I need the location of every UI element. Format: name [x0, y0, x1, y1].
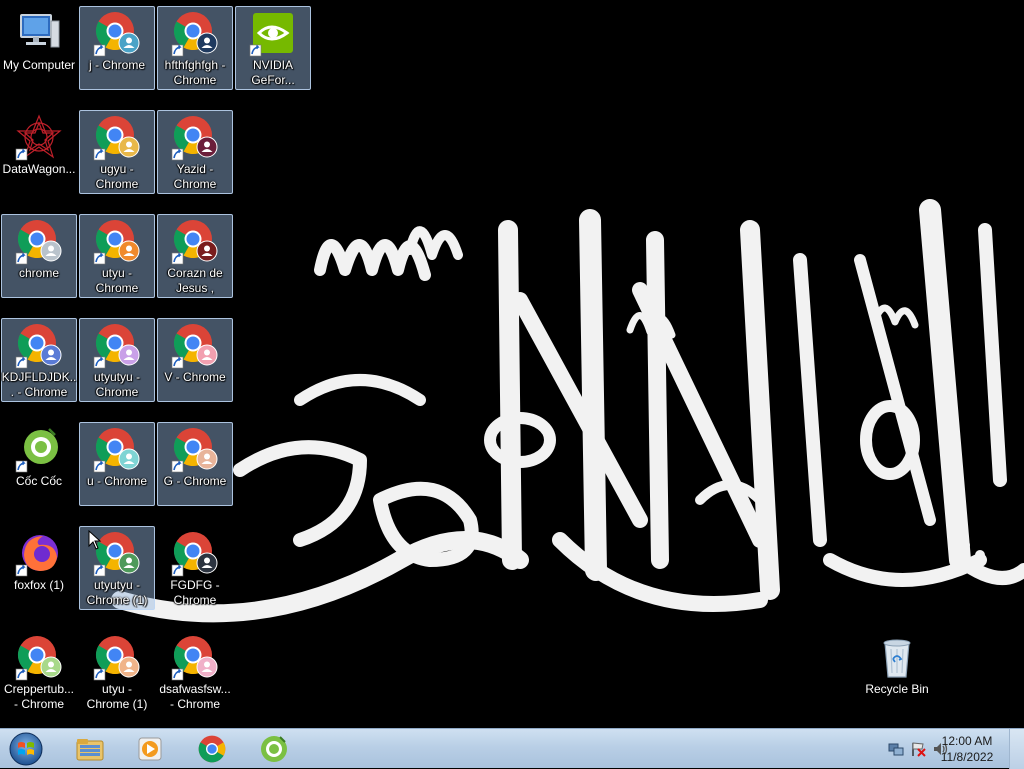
desktop-icon-g-chrome[interactable]: G - Chrome	[157, 422, 233, 506]
desktop-icon-fgdfg-chrome[interactable]: FGDFG - Chrome	[157, 526, 233, 610]
computer-icon	[15, 9, 63, 57]
folder-icon	[76, 739, 104, 761]
desktop-icon-label: dsafwasfsw... - Chrome	[159, 682, 231, 711]
network-icon[interactable]	[888, 741, 904, 757]
desktop-icon-label: ugyu - Chrome	[95, 162, 139, 191]
desktop-icon-label: foxfox (1)	[13, 578, 64, 592]
recycle-icon	[873, 633, 921, 681]
mouse-cursor-icon	[88, 530, 102, 550]
show-desktop-button[interactable]	[1009, 729, 1024, 769]
desktop-icon-yazid-chrome[interactable]: Yazid - Chrome	[157, 110, 233, 194]
desktop-icon-chrome[interactable]: chrome	[1, 214, 77, 298]
desktop-icon-hfthfghfgh-chrome[interactable]: hfthfghfgh - Chrome	[157, 6, 233, 90]
desktop-icon-utyu-chrome[interactable]: utyu - Chrome	[79, 214, 155, 298]
desktop-icon-my-computer[interactable]: My Computer	[1, 6, 77, 90]
desktop-icon-label: FGDFG - Chrome	[170, 578, 220, 607]
desktop-icon-utyu-chrome-1[interactable]: utyu - Chrome (1)	[79, 630, 155, 714]
desktop-icon-label: Recycle Bin	[865, 682, 929, 696]
desktop-icon-nvidia-gefor[interactable]: NVIDIA GeFor...	[235, 6, 311, 90]
chrome-shortcut-icon	[171, 425, 219, 473]
chrome-shortcut-icon	[171, 217, 219, 265]
taskbar-media-player-button[interactable]	[124, 731, 176, 767]
chrome-shortcut-icon	[171, 529, 219, 577]
taskbar-explorer-button[interactable]	[64, 731, 116, 767]
chrome-shortcut-icon	[15, 217, 63, 265]
clock-date: 11/8/2022	[940, 750, 994, 764]
desktop-icon-label: utyutyu - Chrome (1)	[86, 578, 148, 607]
desktop-icon-kdjfldjdk-chrome[interactable]: KDJFLDJDK... - Chrome	[1, 318, 77, 402]
desktop-icon-creppertub-chrome[interactable]: Creppertub... - Chrome	[1, 630, 77, 714]
taskbar: 12:00 AM 11/8/2022	[0, 728, 1024, 769]
taskbar-chrome-button[interactable]	[186, 731, 238, 767]
clock[interactable]: 12:00 AM 11/8/2022	[932, 733, 1002, 765]
chrome-icon	[198, 735, 226, 763]
coccoc-icon	[15, 425, 63, 473]
nvidia-icon	[249, 9, 297, 57]
desktop-icon-v-chrome[interactable]: V - Chrome	[157, 318, 233, 402]
chrome-shortcut-icon	[93, 321, 141, 369]
desktop-icon-dsafwasfsw-chrome[interactable]: dsafwasfsw... - Chrome	[157, 630, 233, 714]
desktop-icon-u-chrome[interactable]: u - Chrome	[79, 422, 155, 506]
desktop-icon-recycle-bin[interactable]: Recycle Bin	[859, 630, 935, 714]
desktop-icon-label: chrome	[18, 266, 59, 280]
chrome-shortcut-icon	[93, 9, 141, 57]
chrome-shortcut-icon	[171, 321, 219, 369]
desktop-icon-label: Corazn de Jesus , JKLF...	[167, 266, 223, 297]
desktop-icon-label: u - Chrome	[86, 474, 148, 488]
desktop-icon-label: utyutyu - Chrome	[93, 370, 141, 399]
desktop-icon-label: Cốc Cốc	[15, 474, 62, 488]
windows-start-orb-icon	[9, 732, 43, 766]
datawagon-icon	[15, 113, 63, 161]
firefox-icon	[15, 529, 63, 577]
desktop-icon-c-c-c-c[interactable]: Cốc Cốc	[1, 422, 77, 506]
chrome-shortcut-icon	[171, 113, 219, 161]
coccoc-icon	[261, 736, 287, 762]
chrome-shortcut-icon	[93, 425, 141, 473]
desktop-icon-ugyu-chrome[interactable]: ugyu - Chrome	[79, 110, 155, 194]
desktop-icon-label: Creppertub... - Chrome	[3, 682, 75, 711]
desktop-icon-label: utyu - Chrome	[95, 266, 139, 295]
desktop-icon-label: hfthfghfgh - Chrome	[164, 58, 226, 87]
desktop-icon-label: G - Chrome	[163, 474, 227, 488]
desktop-icon-label: DataWagon...	[2, 162, 76, 176]
desktop-icon-label: KDJFLDJDK... - Chrome	[1, 370, 77, 399]
action-center-flag-icon[interactable]	[910, 741, 926, 757]
desktop-icon-foxfox-1[interactable]: foxfox (1)	[1, 526, 77, 610]
clock-time: 12:00 AM	[941, 734, 993, 748]
desktop-icon-label: NVIDIA GeFor...	[251, 58, 295, 87]
chrome-shortcut-icon	[15, 321, 63, 369]
desktop-icon-label: utyu - Chrome (1)	[86, 682, 148, 711]
chrome-shortcut-icon	[93, 217, 141, 265]
desktop-icon-utyutyu-chrome[interactable]: utyutyu - Chrome	[79, 318, 155, 402]
desktop-icon-label: j - Chrome	[88, 58, 145, 72]
system-tray: 12:00 AM 11/8/2022	[854, 729, 1024, 769]
desktop[interactable]: My Computer j - Chrome hfthfghfgh - Chro…	[0, 0, 1024, 728]
start-button[interactable]	[4, 730, 48, 768]
taskbar-coccoc-button[interactable]	[248, 731, 300, 767]
desktop-icon-label: Yazid - Chrome	[173, 162, 217, 191]
desktop-icon-label: My Computer	[2, 58, 76, 72]
desktop-icon-j-chrome[interactable]: j - Chrome	[79, 6, 155, 90]
chrome-shortcut-icon	[93, 633, 141, 681]
chrome-shortcut-icon	[15, 633, 63, 681]
desktop-icon-corazn-de-jesus-jklf[interactable]: Corazn de Jesus , JKLF...	[157, 214, 233, 298]
desktop-icon-datawagon[interactable]: DataWagon...	[1, 110, 77, 194]
chrome-shortcut-icon	[171, 633, 219, 681]
desktop-icon-label: V - Chrome	[164, 370, 226, 384]
chrome-shortcut-icon	[93, 113, 141, 161]
media-player-icon	[138, 737, 162, 761]
chrome-shortcut-icon	[171, 9, 219, 57]
